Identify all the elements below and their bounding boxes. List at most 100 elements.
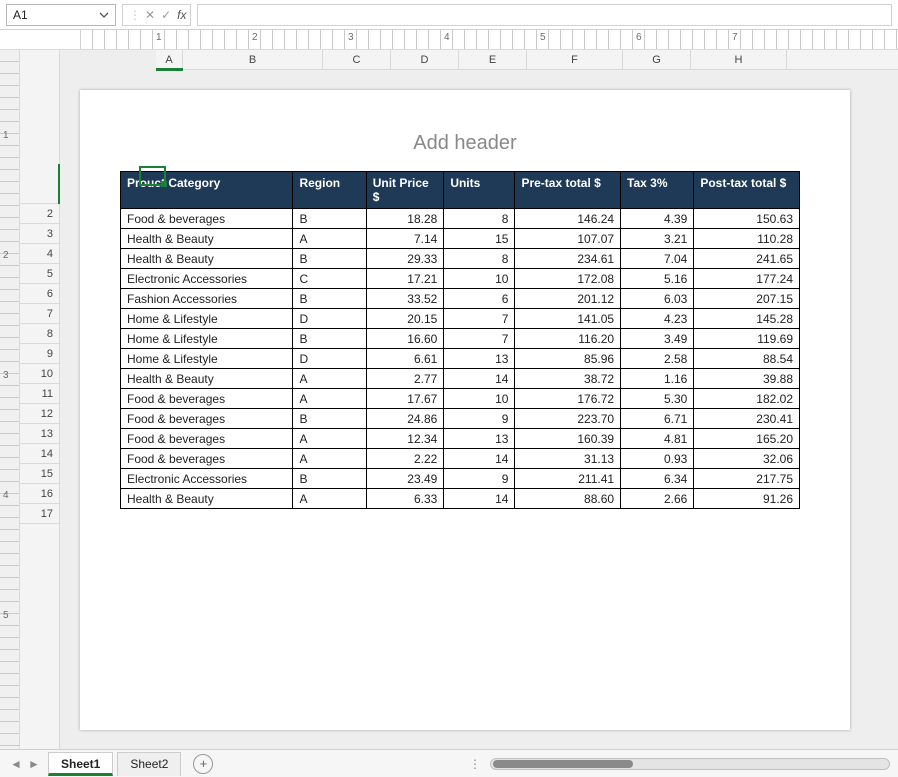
cell-category[interactable]: Food & beverages xyxy=(121,449,293,469)
th-tax[interactable]: Tax 3% xyxy=(621,172,694,209)
cell-unit-price[interactable]: 24.86 xyxy=(366,409,444,429)
th-posttax[interactable]: Post-tax total $ xyxy=(694,172,800,209)
cell-pretax[interactable]: 211.41 xyxy=(515,469,621,489)
cell-unit-price[interactable]: 7.14 xyxy=(366,229,444,249)
cell-pretax[interactable]: 38.72 xyxy=(515,369,621,389)
cell-tax[interactable]: 2.66 xyxy=(621,489,694,509)
cell-region[interactable]: A xyxy=(293,369,366,389)
cell-pretax[interactable]: 172.08 xyxy=(515,269,621,289)
cell-pretax[interactable]: 88.60 xyxy=(515,489,621,509)
cell-unit-price[interactable]: 17.21 xyxy=(366,269,444,289)
cell-tax[interactable]: 6.03 xyxy=(621,289,694,309)
cell-posttax[interactable]: 230.41 xyxy=(694,409,800,429)
cell-region[interactable]: A xyxy=(293,489,366,509)
name-box[interactable]: A1 xyxy=(6,4,116,26)
cell-tax[interactable]: 5.16 xyxy=(621,269,694,289)
cell-region[interactable]: B xyxy=(293,289,366,309)
cell-pretax[interactable]: 85.96 xyxy=(515,349,621,369)
cell-posttax[interactable]: 110.28 xyxy=(694,229,800,249)
table-row[interactable]: Food & beveragesA17.6710176.725.30182.02 xyxy=(121,389,800,409)
cell-posttax[interactable]: 119.69 xyxy=(694,329,800,349)
cell-unit-price[interactable]: 2.77 xyxy=(366,369,444,389)
cell-unit-price[interactable]: 6.33 xyxy=(366,489,444,509)
data-table[interactable]: Prouct Category Region Unit Price $ Unit… xyxy=(120,171,800,509)
canvas[interactable]: ABCDEFGH Add header Prouct Category Regi… xyxy=(60,50,898,749)
cell-units[interactable]: 13 xyxy=(444,349,515,369)
cell-tax[interactable]: 4.81 xyxy=(621,429,694,449)
cell-unit-price[interactable]: 23.49 xyxy=(366,469,444,489)
cell-posttax[interactable]: 241.65 xyxy=(694,249,800,269)
cell-posttax[interactable]: 165.20 xyxy=(694,429,800,449)
table-row[interactable]: Fashion AccessoriesB33.526201.126.03207.… xyxy=(121,289,800,309)
column-letter[interactable]: B xyxy=(183,50,323,69)
cell-units[interactable]: 7 xyxy=(444,329,515,349)
cell-category[interactable]: Fashion Accessories xyxy=(121,289,293,309)
cell-region[interactable]: B xyxy=(293,469,366,489)
horizontal-scrollbar[interactable] xyxy=(490,758,890,770)
cell-region[interactable]: B xyxy=(293,249,366,269)
sheet-tab[interactable]: Sheet2 xyxy=(117,752,181,776)
column-letter[interactable]: A xyxy=(156,50,183,69)
table-row[interactable]: Home & LifestyleD20.157141.054.23145.28 xyxy=(121,309,800,329)
cell-units[interactable]: 9 xyxy=(444,409,515,429)
add-sheet-button[interactable]: + xyxy=(193,754,213,774)
cell-category[interactable]: Food & beverages xyxy=(121,389,293,409)
row-number[interactable]: 12 xyxy=(20,404,59,424)
cell-units[interactable]: 13 xyxy=(444,429,515,449)
cell-category[interactable]: Home & Lifestyle xyxy=(121,329,293,349)
cell-posttax[interactable]: 217.75 xyxy=(694,469,800,489)
cell-tax[interactable]: 3.21 xyxy=(621,229,694,249)
cell-units[interactable]: 14 xyxy=(444,369,515,389)
cell-posttax[interactable]: 182.02 xyxy=(694,389,800,409)
prev-sheet-icon[interactable]: ◄ xyxy=(8,756,24,772)
cell-region[interactable]: D xyxy=(293,349,366,369)
cell-unit-price[interactable]: 17.67 xyxy=(366,389,444,409)
cell-units[interactable]: 14 xyxy=(444,449,515,469)
cell-posttax[interactable]: 150.63 xyxy=(694,209,800,229)
cell-pretax[interactable]: 31.13 xyxy=(515,449,621,469)
cell-tax[interactable]: 6.34 xyxy=(621,469,694,489)
cell-pretax[interactable]: 234.61 xyxy=(515,249,621,269)
column-letter[interactable]: C xyxy=(323,50,391,69)
cell-pretax[interactable]: 201.12 xyxy=(515,289,621,309)
row-number[interactable]: 8 xyxy=(20,324,59,344)
cell-region[interactable]: D xyxy=(293,309,366,329)
cell-pretax[interactable]: 146.24 xyxy=(515,209,621,229)
cell-posttax[interactable]: 39.88 xyxy=(694,369,800,389)
cell-category[interactable]: Health & Beauty xyxy=(121,489,293,509)
cell-posttax[interactable]: 91.26 xyxy=(694,489,800,509)
table-row[interactable]: Electronic AccessoriesB23.499211.416.342… xyxy=(121,469,800,489)
cell-pretax[interactable]: 107.07 xyxy=(515,229,621,249)
cell-tax[interactable]: 4.23 xyxy=(621,309,694,329)
cell-pretax[interactable]: 176.72 xyxy=(515,389,621,409)
cell-units[interactable]: 14 xyxy=(444,489,515,509)
cell-unit-price[interactable]: 6.61 xyxy=(366,349,444,369)
cell-tax[interactable]: 1.16 xyxy=(621,369,694,389)
cell-posttax[interactable]: 145.28 xyxy=(694,309,800,329)
table-row[interactable]: Food & beveragesA2.221431.130.9332.06 xyxy=(121,449,800,469)
cell-units[interactable]: 7 xyxy=(444,309,515,329)
tabs-overflow-icon[interactable]: ⋮ xyxy=(469,757,482,771)
cell-region[interactable]: A xyxy=(293,449,366,469)
row-number[interactable]: 17 xyxy=(20,504,59,524)
row-number[interactable]: 4 xyxy=(20,244,59,264)
table-row[interactable]: Food & beveragesB24.869223.706.71230.41 xyxy=(121,409,800,429)
enter-formula-icon[interactable]: ✓ xyxy=(161,8,171,22)
cell-unit-price[interactable]: 2.22 xyxy=(366,449,444,469)
cell-units[interactable]: 10 xyxy=(444,389,515,409)
cell-units[interactable]: 8 xyxy=(444,249,515,269)
cell-unit-price[interactable]: 29.33 xyxy=(366,249,444,269)
page-header-placeholder[interactable]: Add header xyxy=(120,132,810,155)
column-letter[interactable]: D xyxy=(391,50,459,69)
cell-tax[interactable]: 7.04 xyxy=(621,249,694,269)
cancel-formula-icon[interactable]: ✕ xyxy=(145,8,155,22)
cell-unit-price[interactable]: 33.52 xyxy=(366,289,444,309)
cell-pretax[interactable]: 223.70 xyxy=(515,409,621,429)
cell-unit-price[interactable]: 18.28 xyxy=(366,209,444,229)
cell-tax[interactable]: 0.93 xyxy=(621,449,694,469)
row-number[interactable]: 5 xyxy=(20,264,59,284)
th-unit-price[interactable]: Unit Price $ xyxy=(366,172,444,209)
table-row[interactable]: Food & beveragesB18.288146.244.39150.63 xyxy=(121,209,800,229)
row-number[interactable]: 7 xyxy=(20,304,59,324)
sheet-tab[interactable]: Sheet1 xyxy=(48,752,113,776)
